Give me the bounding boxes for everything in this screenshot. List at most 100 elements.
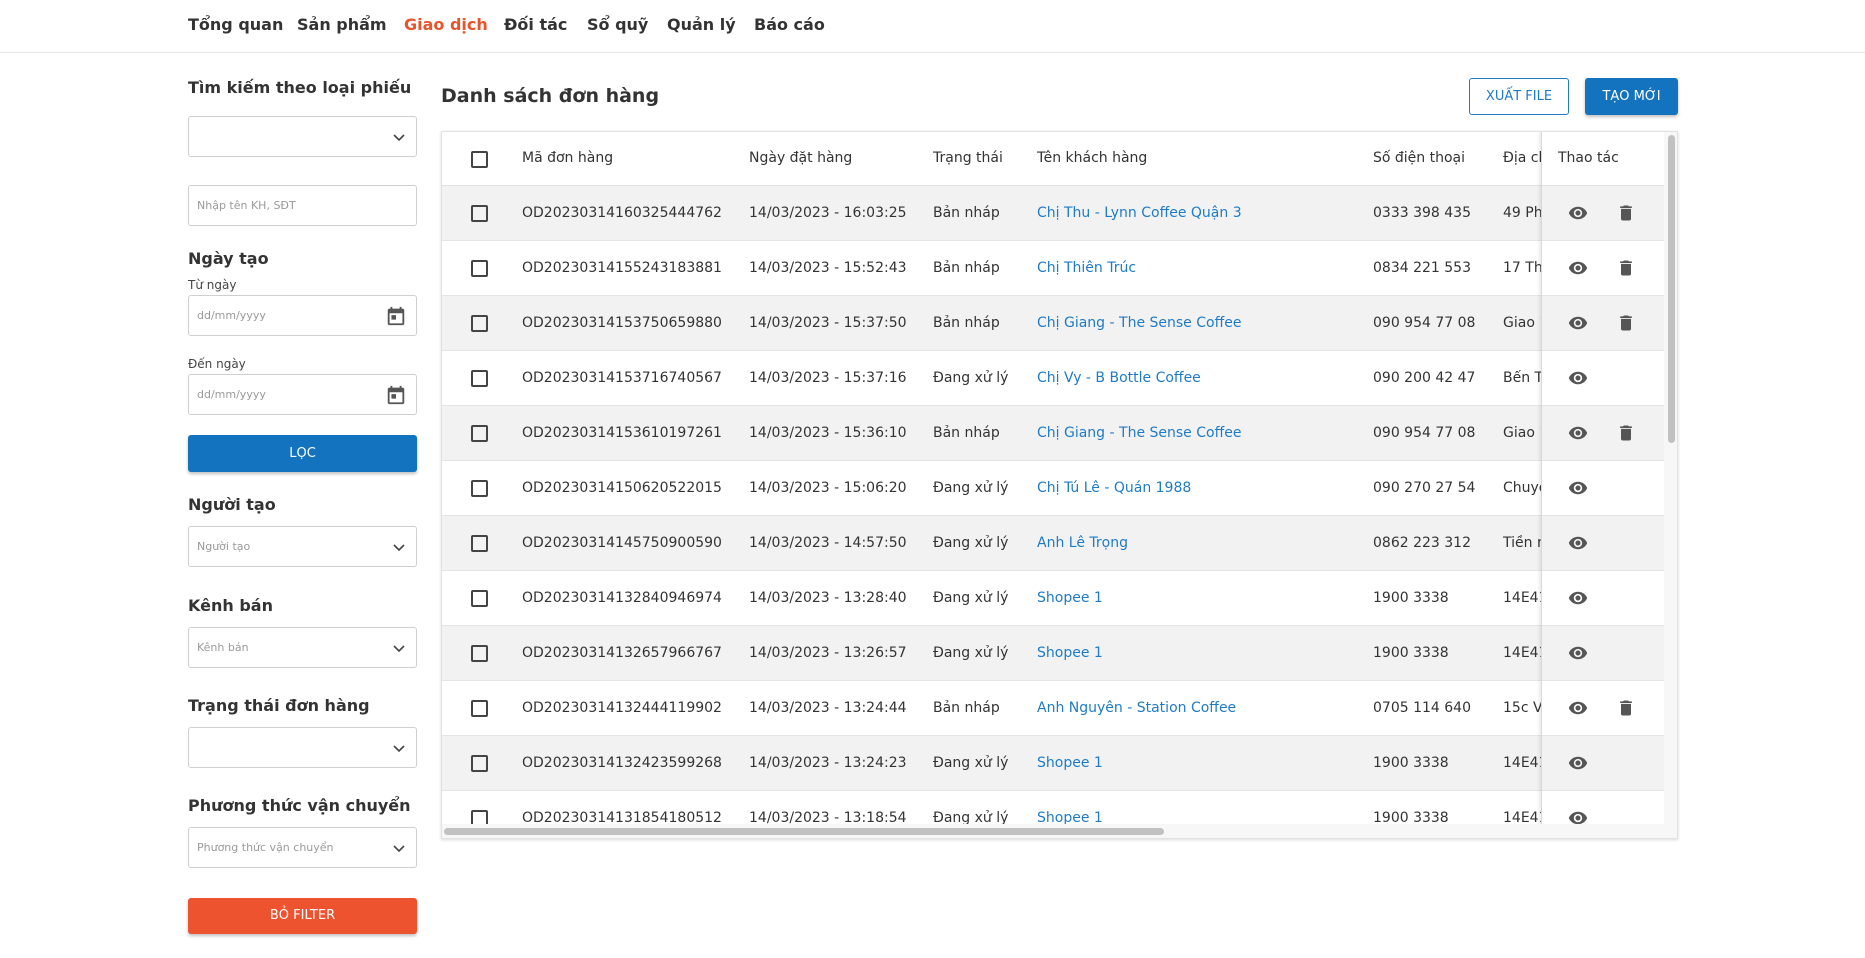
eye-icon[interactable] xyxy=(1566,588,1590,608)
to-date-input[interactable]: dd/mm/yyyy xyxy=(188,374,417,415)
chevron-down-icon xyxy=(393,845,405,853)
table-row[interactable]: OD20230314145750900590 14/03/2023 - 14:57… xyxy=(442,516,1664,571)
row-checkbox[interactable] xyxy=(471,590,488,607)
nav-item-overview[interactable]: Tổng quan xyxy=(188,15,283,34)
address-cell: Giao 1 xyxy=(1503,315,1546,331)
row-checkbox[interactable] xyxy=(471,700,488,717)
column-header-actions: Thao tác xyxy=(1558,150,1619,166)
column-header-address[interactable]: Địa chỉ xyxy=(1503,150,1546,166)
actions-header: Thao tác xyxy=(1542,132,1665,186)
order-id-cell: OD20230314145750900590 xyxy=(522,535,722,551)
row-checkbox[interactable] xyxy=(471,205,488,222)
order-status-select[interactable] xyxy=(188,727,417,768)
row-actions xyxy=(1542,571,1665,626)
select-all-checkbox[interactable] xyxy=(471,151,488,168)
customer-link[interactable]: Chị Giang - The Sense Coffee xyxy=(1037,315,1241,331)
channel-placeholder: Kênh bán xyxy=(197,641,249,654)
shipping-method-placeholder: Phương thức vận chuyển xyxy=(197,841,334,854)
creator-select[interactable]: Người tạo xyxy=(188,526,417,567)
row-checkbox[interactable] xyxy=(471,645,488,662)
column-header-status[interactable]: Trạng thái xyxy=(933,150,1003,166)
table-row[interactable]: OD20230314160325444762 14/03/2023 - 16:03… xyxy=(442,186,1664,241)
calendar-icon[interactable] xyxy=(385,305,407,327)
row-checkbox[interactable] xyxy=(471,425,488,442)
eye-icon[interactable] xyxy=(1566,423,1590,443)
vertical-scrollbar-thumb[interactable] xyxy=(1668,135,1675,443)
shipping-method-select[interactable]: Phương thức vận chuyển xyxy=(188,827,417,868)
customer-link[interactable]: Shopee 1 xyxy=(1037,645,1103,661)
column-header-phone[interactable]: Số điện thoại xyxy=(1373,150,1465,166)
row-checkbox[interactable] xyxy=(471,315,488,332)
export-file-button[interactable]: XUẤT FILE xyxy=(1469,78,1569,115)
type-search-select[interactable] xyxy=(188,116,417,157)
table-row[interactable]: OD20230314132444119902 14/03/2023 - 13:24… xyxy=(442,681,1664,736)
filter-button[interactable]: LỌC xyxy=(188,435,417,472)
row-checkbox[interactable] xyxy=(471,260,488,277)
eye-icon[interactable] xyxy=(1566,368,1590,388)
top-navigation: Tổng quan Sản phẩm Giao dịch Đối tác Sổ … xyxy=(0,0,1865,53)
row-checkbox[interactable] xyxy=(471,535,488,552)
address-cell: 14E41 xyxy=(1503,645,1546,661)
customer-link[interactable]: Shopee 1 xyxy=(1037,755,1103,771)
table-row[interactable]: OD20230314150620522015 14/03/2023 - 15:06… xyxy=(442,461,1664,516)
eye-icon[interactable] xyxy=(1566,533,1590,553)
status-cell: Đang xử lý xyxy=(933,535,1009,551)
trash-icon[interactable] xyxy=(1616,697,1636,719)
nav-item-cashbook[interactable]: Sổ quỹ xyxy=(587,15,648,34)
customer-link[interactable]: Anh Nguyên - Station Coffee xyxy=(1037,700,1236,716)
customer-link[interactable]: Chị Vy - B Bottle Coffee xyxy=(1037,370,1201,386)
nav-item-products[interactable]: Sản phẩm xyxy=(297,15,387,34)
customer-link[interactable]: Chị Giang - The Sense Coffee xyxy=(1037,425,1241,441)
trash-icon[interactable] xyxy=(1616,257,1636,279)
table-row[interactable]: OD20230314153750659880 14/03/2023 - 15:37… xyxy=(442,296,1664,351)
nav-item-reports[interactable]: Báo cáo xyxy=(754,15,825,34)
nav-item-transactions[interactable]: Giao dịch xyxy=(404,15,488,34)
trash-icon[interactable] xyxy=(1616,312,1636,334)
create-new-button[interactable]: TẠO MỚI xyxy=(1585,78,1678,115)
eye-icon[interactable] xyxy=(1566,203,1590,223)
customer-link[interactable]: Chị Thiên Trúc xyxy=(1037,260,1136,276)
table-row[interactable]: OD20230314153716740567 14/03/2023 - 15:37… xyxy=(442,351,1664,406)
table-row[interactable]: OD20230314153610197261 14/03/2023 - 15:36… xyxy=(442,406,1664,461)
address-cell: Chuyển xyxy=(1503,480,1546,496)
row-checkbox[interactable] xyxy=(471,480,488,497)
to-date-label: Đến ngày xyxy=(188,357,246,371)
from-date-input[interactable]: dd/mm/yyyy xyxy=(188,295,417,336)
actions-column: Thao tác xyxy=(1541,132,1665,838)
column-header-order-date[interactable]: Ngày đặt hàng xyxy=(749,150,852,166)
table-row[interactable]: OD20230314155243183881 14/03/2023 - 15:52… xyxy=(442,241,1664,296)
column-header-customer[interactable]: Tên khách hàng xyxy=(1037,150,1147,166)
eye-icon[interactable] xyxy=(1566,258,1590,278)
trash-icon[interactable] xyxy=(1616,422,1636,444)
nav-item-partners[interactable]: Đối tác xyxy=(504,15,567,34)
customer-link[interactable]: Chị Thu - Lynn Coffee Quận 3 xyxy=(1037,205,1242,221)
clear-filter-button[interactable]: BỎ FILTER xyxy=(188,898,417,934)
nav-item-management[interactable]: Quản lý xyxy=(667,15,736,34)
status-cell: Bản nháp xyxy=(933,260,1000,276)
eye-icon[interactable] xyxy=(1566,753,1590,773)
phone-cell: 0862 223 312 xyxy=(1373,535,1471,551)
eye-icon[interactable] xyxy=(1566,313,1590,333)
phone-cell: 0834 221 553 xyxy=(1373,260,1471,276)
customer-link[interactable]: Shopee 1 xyxy=(1037,590,1103,606)
row-actions xyxy=(1542,406,1665,461)
trash-icon[interactable] xyxy=(1616,202,1636,224)
eye-icon[interactable] xyxy=(1566,643,1590,663)
row-checkbox[interactable] xyxy=(471,370,488,387)
customer-link[interactable]: Chị Tú Lê - Quán 1988 xyxy=(1037,480,1191,496)
eye-icon[interactable] xyxy=(1566,478,1590,498)
order-id-cell: OD20230314132657966767 xyxy=(522,645,722,661)
row-checkbox[interactable] xyxy=(471,755,488,772)
table-row[interactable]: OD20230314132840946974 14/03/2023 - 13:28… xyxy=(442,571,1664,626)
table-row[interactable]: OD20230314132423599268 14/03/2023 - 13:24… xyxy=(442,736,1664,791)
horizontal-scrollbar-thumb[interactable] xyxy=(444,828,1164,835)
order-id-cell: OD20230314153750659880 xyxy=(522,315,722,331)
column-header-order-id[interactable]: Mã đơn hàng xyxy=(522,150,613,166)
customer-search-input[interactable]: Nhập tên KH, SĐT xyxy=(188,185,417,226)
calendar-icon[interactable] xyxy=(385,384,407,406)
eye-icon[interactable] xyxy=(1566,698,1590,718)
address-cell: 14E41 xyxy=(1503,590,1546,606)
channel-select[interactable]: Kênh bán xyxy=(188,627,417,668)
customer-link[interactable]: Anh Lê Trọng xyxy=(1037,535,1128,551)
table-row[interactable]: OD20230314132657966767 14/03/2023 - 13:26… xyxy=(442,626,1664,681)
